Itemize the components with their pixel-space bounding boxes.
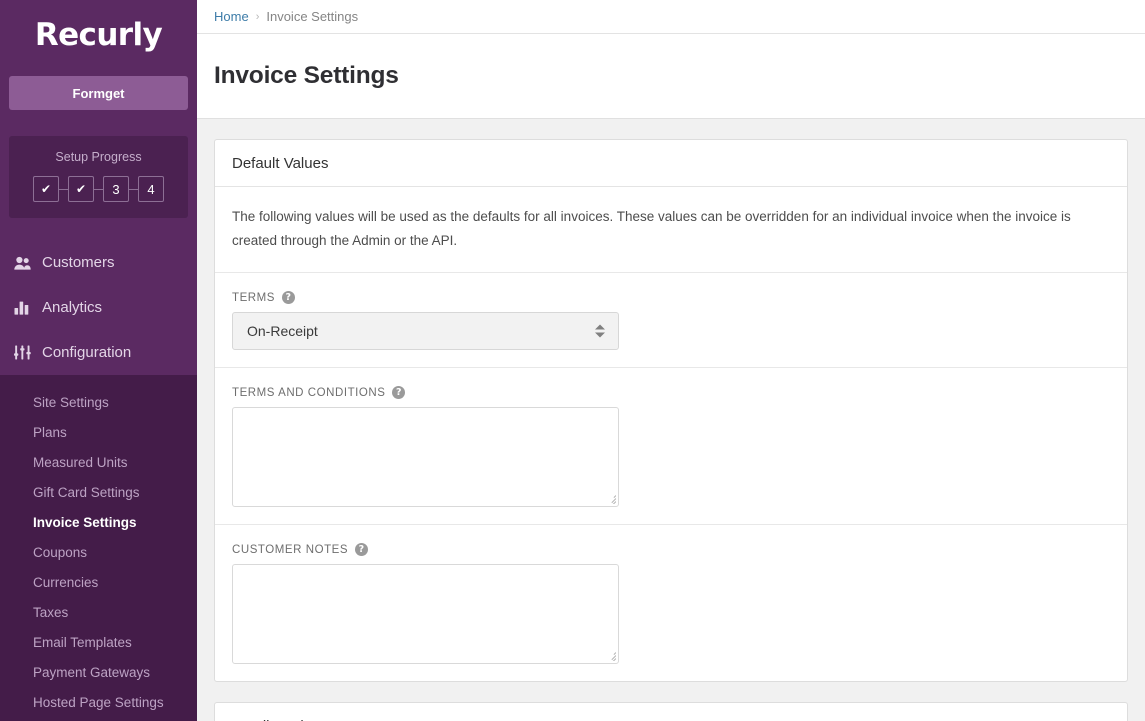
breadcrumb-separator-icon: › [255,10,260,23]
breadcrumb-current: Invoice Settings [266,9,359,24]
terms-and-conditions-label: TERMS AND CONDITIONS ? [232,386,1110,400]
breadcrumb: Home › Invoice Settings [197,0,1145,34]
setup-progress-steps: ✔ ✔ 3 4 [17,176,180,202]
terms-select-value: On-Receipt [247,323,318,340]
sidebar-item-hosted-page-settings[interactable]: Hosted Page Settings [0,687,197,717]
terms-select-wrapper: On-Receipt [232,312,619,351]
sidebar-item-coupons-label: Coupons [33,544,88,560]
email-settings-card: Email Settings [214,702,1128,721]
customers-icon [6,256,38,270]
content-area: Default Values The following values will… [197,119,1145,721]
sidebar-item-email-templates-label: Email Templates [33,634,132,650]
setup-step-3[interactable]: 3 [103,176,129,202]
terms-and-conditions-label-text: TERMS AND CONDITIONS [232,386,386,399]
app-root: Recurly Formget Setup Progress ✔ ✔ 3 4 C… [0,0,1145,721]
sidebar-item-configuration-label: Configuration [42,344,132,361]
terms-and-conditions-help-icon[interactable]: ? [392,386,406,400]
setup-step-3-label: 3 [112,181,120,197]
sidebar-item-site-settings-label: Site Settings [33,394,109,410]
customer-notes-label: CUSTOMER NOTES ? [232,543,1110,557]
sidebar-item-configuration[interactable]: Configuration [0,330,197,375]
terms-label-text: TERMS [232,291,275,304]
account-switcher-label: Formget [72,85,125,101]
configuration-icon [6,345,38,360]
setup-progress-title: Setup Progress [55,150,142,164]
sidebar-item-taxes-label: Taxes [33,604,69,620]
page-header: Invoice Settings [197,34,1145,119]
terms-label: TERMS ? [232,291,1110,305]
email-settings-heading: Email Settings [215,703,1127,721]
terms-and-conditions-textarea[interactable] [232,407,619,508]
customer-notes-label-text: CUSTOMER NOTES [232,543,349,556]
default-values-card: Default Values The following values will… [214,139,1128,683]
sidebar-item-gift-card-settings-label: Gift Card Settings [33,484,140,500]
sidebar-item-plans-label: Plans [33,424,67,440]
terms-select[interactable]: On-Receipt [232,312,619,351]
sidebar-item-measured-units[interactable]: Measured Units [0,447,197,477]
primary-nav: Customers Analytics Configuration [0,240,197,375]
setup-step-4-label: 4 [147,181,155,197]
resize-handle-icon[interactable] [606,651,616,662]
step-separator [59,188,68,190]
sidebar-item-payment-gateways-label: Payment Gateways [33,664,151,680]
main-content: Home › Invoice Settings Invoice Settings… [197,0,1145,721]
customer-notes-field-row: CUSTOMER NOTES ? [215,525,1127,681]
sidebar-item-hosted-page-settings-label: Hosted Page Settings [33,694,164,710]
terms-and-conditions-field-row: TERMS AND CONDITIONS ? [215,368,1127,526]
default-values-description: The following values will be used as the… [215,187,1127,274]
sidebar-item-email-templates[interactable]: Email Templates [0,627,197,657]
sidebar-item-gift-card-settings[interactable]: Gift Card Settings [0,477,197,507]
sidebar-item-invoice-settings-label: Invoice Settings [33,514,137,530]
brand-logo-text: Recurly [34,17,163,53]
setup-step-1-label: ✔ [40,182,52,196]
page-title: Invoice Settings [214,62,399,89]
brand-logo[interactable]: Recurly [0,0,197,70]
setup-step-2[interactable]: ✔ [68,176,94,202]
breadcrumb-home-link[interactable]: Home [214,9,249,24]
sidebar-item-coupons[interactable]: Coupons [0,537,197,567]
configuration-subnav: Site Settings Plans Measured Units Gift … [0,375,197,721]
sidebar-item-measured-units-label: Measured Units [33,454,128,470]
account-switcher-button[interactable]: Formget [9,76,188,110]
sidebar-item-analytics[interactable]: Analytics [0,285,197,330]
sidebar-item-taxes[interactable]: Taxes [0,597,197,627]
resize-handle-icon[interactable] [606,494,616,505]
setup-step-2-label: ✔ [75,182,87,196]
sidebar-item-currencies-label: Currencies [33,574,99,590]
step-separator [94,188,103,190]
step-separator [129,188,138,190]
terms-help-icon[interactable]: ? [282,291,295,305]
terms-field-row: TERMS ? On-Receipt [215,273,1127,369]
sidebar-item-payment-gateways[interactable]: Payment Gateways [0,657,197,687]
sidebar: Recurly Formget Setup Progress ✔ ✔ 3 4 C… [0,0,197,721]
default-values-heading: Default Values [215,140,1127,187]
analytics-icon [6,301,38,315]
sidebar-item-customers-label: Customers [42,254,115,271]
setup-step-1[interactable]: ✔ [33,176,59,202]
sidebar-item-invoice-settings[interactable]: Invoice Settings [0,507,197,537]
setup-progress-card: Setup Progress ✔ ✔ 3 4 [9,136,188,218]
sidebar-item-plans[interactable]: Plans [0,417,197,447]
customer-notes-textarea[interactable] [232,564,619,665]
sidebar-item-customers[interactable]: Customers [0,240,197,285]
customer-notes-help-icon[interactable]: ? [355,543,369,557]
sidebar-item-currencies[interactable]: Currencies [0,567,197,597]
sidebar-item-site-settings[interactable]: Site Settings [0,387,197,417]
sidebar-item-analytics-label: Analytics [42,299,103,316]
setup-step-4[interactable]: 4 [138,176,164,202]
